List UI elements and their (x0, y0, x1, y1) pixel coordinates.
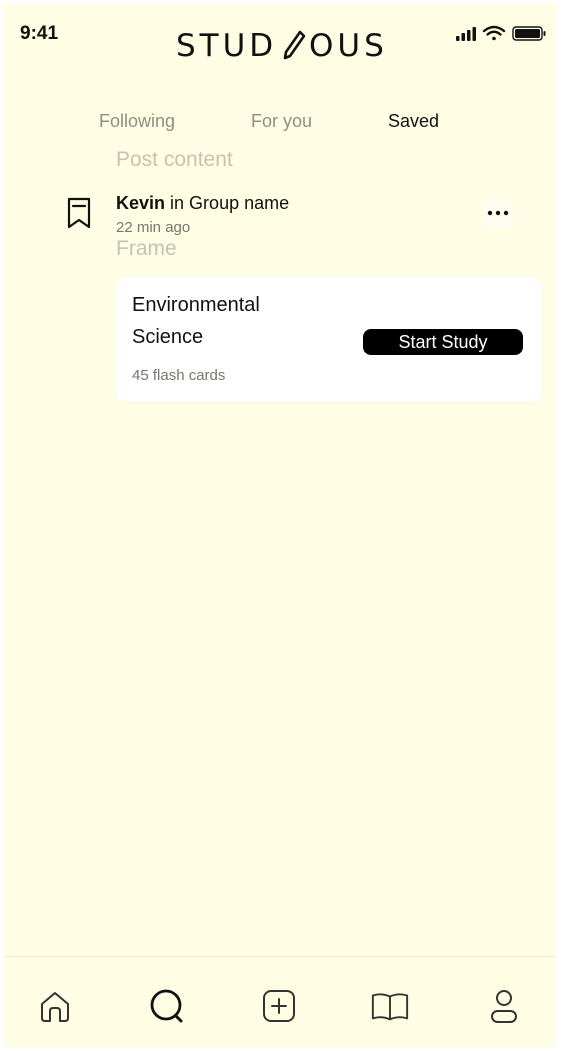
post-group: in Group name (170, 193, 290, 213)
card-count: 45 flash cards (132, 367, 226, 384)
nav-library[interactable] (370, 986, 410, 1026)
home-icon (41, 992, 69, 1022)
start-study-button[interactable]: Start Study (363, 329, 523, 355)
more-options-button[interactable] (483, 198, 513, 228)
nav-home[interactable] (35, 986, 75, 1026)
app-screen: 9:41 STUD OUS Following For you Saved Po… (4, 4, 556, 1047)
post-author[interactable]: Kevin (116, 193, 165, 213)
signal-icon (456, 27, 476, 41)
nav-search[interactable] (147, 986, 187, 1026)
post-content-label: Post content (116, 148, 233, 171)
card-title: Environmental Science (132, 294, 260, 348)
wifi-icon (482, 25, 506, 41)
nav-create[interactable] (259, 986, 299, 1026)
svg-text:OUS: OUS (309, 28, 388, 64)
post-author-line: Kevin in Group name (116, 193, 289, 214)
add-square-icon (263, 990, 295, 1022)
svg-text:STUD: STUD (176, 28, 277, 64)
tab-following[interactable]: Following (99, 111, 175, 132)
app-logo: STUD OUS (176, 24, 392, 64)
logo-graphic: STUD OUS (176, 28, 388, 64)
post-timestamp: 22 min ago (116, 219, 191, 236)
book-icon (371, 993, 409, 1021)
profile-icon (491, 990, 517, 1023)
more-icon (487, 210, 509, 216)
frame-label: Frame (116, 237, 177, 260)
status-icons (456, 24, 548, 44)
battery-icon (512, 26, 546, 41)
flashcard-set-card[interactable]: Environmental Science 45 flash cards Sta… (116, 277, 541, 402)
nav-profile[interactable] (484, 986, 524, 1026)
tab-for-you[interactable]: For you (251, 111, 312, 132)
search-icon (150, 989, 183, 1023)
status-time: 9:41 (20, 23, 59, 44)
bookmark-icon[interactable] (64, 196, 94, 230)
tab-saved[interactable]: Saved (388, 111, 439, 132)
pencil-icon (283, 30, 306, 60)
nav-divider (4, 956, 556, 957)
